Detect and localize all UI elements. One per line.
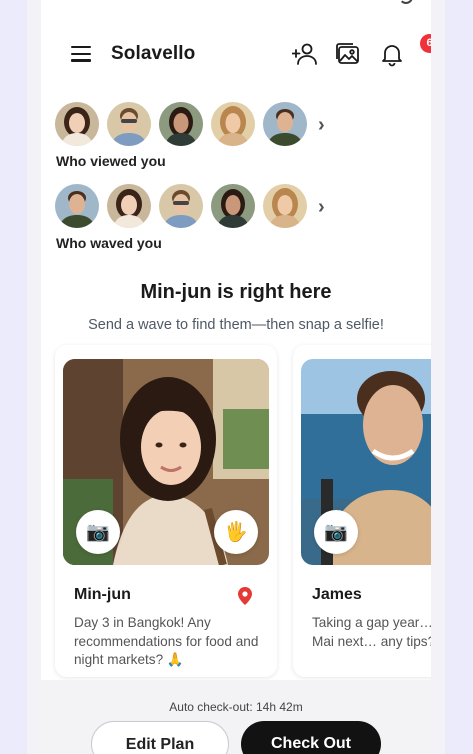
viewed-avatars[interactable]: › [55,102,355,146]
avatar[interactable] [263,102,307,146]
profile-card[interactable]: 📷 James Taking a gap year… to Chiang Mai… [293,345,431,677]
camera-icon[interactable]: 📷 [76,510,120,554]
auto-checkout-timer: Auto check-out: 14h 42m [169,700,303,714]
chevron-right-icon[interactable]: › [318,196,325,219]
bottom-bar: Auto check-out: 14h 42m Edit Plan Check … [41,680,431,754]
avatar[interactable] [263,184,307,228]
camera-icon[interactable]: 📷 [314,510,358,554]
viewed-label: Who viewed you [56,153,166,169]
edit-plan-button[interactable]: Edit Plan [91,721,229,754]
bell-icon[interactable] [379,41,405,67]
add-user-icon[interactable] [292,41,318,67]
profile-message: Taking a gap year… to Chiang Mai next… a… [312,615,431,649]
avatar[interactable] [211,102,255,146]
phone-frame: Solavello 6 › Who viewed you › Who waved… [27,0,445,754]
location-pin-icon[interactable] [238,587,252,605]
check-out-button[interactable]: Check Out [241,721,381,754]
app-screen: Solavello 6 › Who viewed you › Who waved… [41,0,431,754]
avatar[interactable] [159,102,203,146]
avatar[interactable] [55,102,99,146]
wave-hand-icon[interactable]: 🖐 [214,510,258,554]
section-subtitle: Send a wave to find them—then snap a sel… [88,317,384,333]
waved-label: Who waved you [56,235,162,251]
top-bar: Solavello [41,36,431,72]
avatar[interactable] [107,102,151,146]
avatar[interactable] [55,184,99,228]
menu-icon[interactable] [71,46,91,62]
profile-name: James [312,586,362,603]
avatar[interactable] [159,184,203,228]
gallery-icon[interactable] [335,41,361,67]
profile-card[interactable]: 📷 🖐 Min-jun Day 3 in Bangkok! Any recomm… [55,345,277,677]
waved-avatars[interactable]: › [55,184,355,228]
profile-name: Min-jun [74,586,131,603]
avatar[interactable] [107,184,151,228]
chevron-right-icon[interactable]: › [318,114,325,137]
section-title: Min-jun is right here [140,281,332,303]
profile-photo[interactable]: 📷 [301,359,431,565]
app-brand: Solavello [111,43,196,64]
avatar[interactable] [211,184,255,228]
profile-photo[interactable]: 📷 🖐 [63,359,269,565]
profile-message: Day 3 in Bangkok! Any recommendations fo… [74,615,259,667]
partial-icon [399,0,413,4]
